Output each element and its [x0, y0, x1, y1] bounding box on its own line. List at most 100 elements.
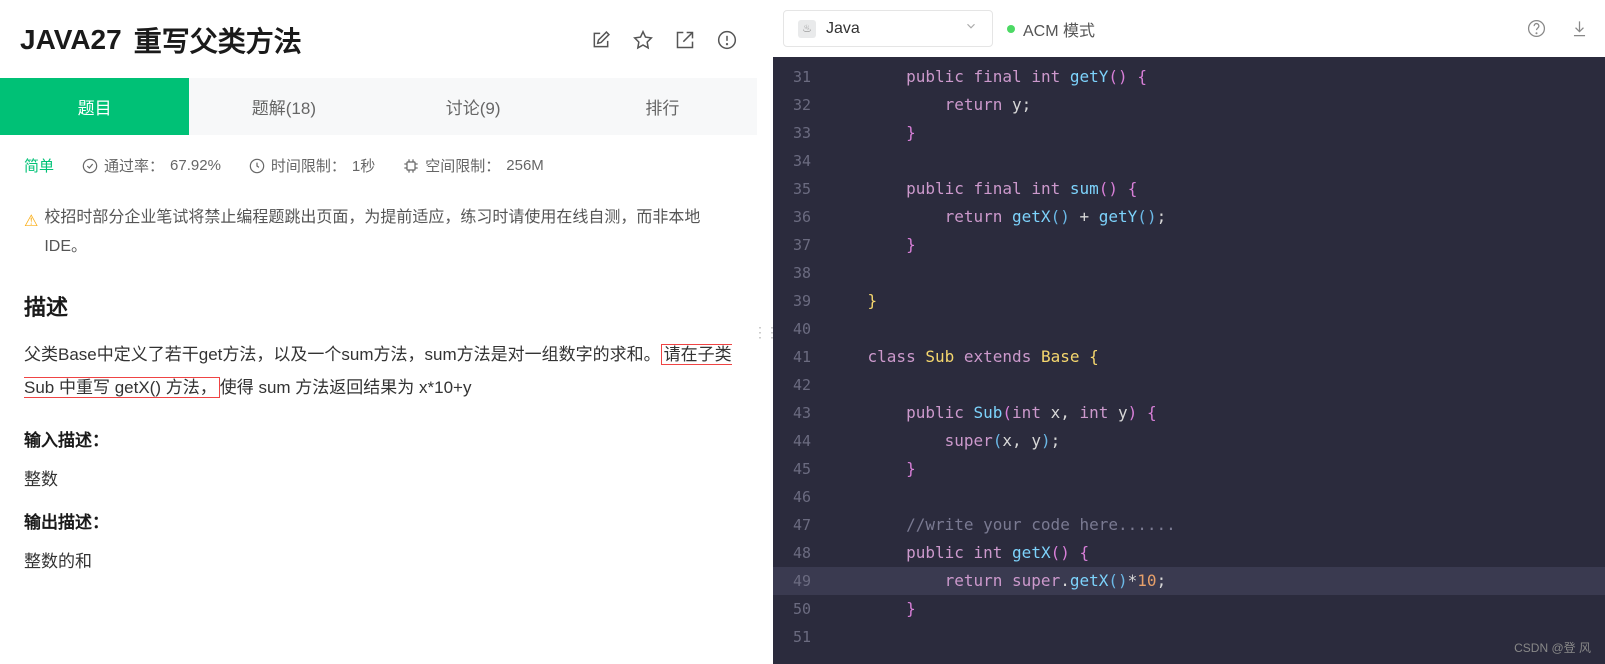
input-heading: 输入描述：: [24, 426, 733, 451]
chevron-down-icon: [964, 19, 978, 38]
download-icon[interactable]: [1570, 19, 1589, 38]
title-actions: [591, 30, 737, 50]
memory-limit: 空间限制：256M: [403, 155, 544, 176]
language-selector[interactable]: ♨ Java: [783, 10, 993, 47]
code-line[interactable]: 44 super(x, y);: [773, 427, 1605, 455]
code-line[interactable]: 48 public int getX() {: [773, 539, 1605, 567]
code-line[interactable]: 47 //write your code here......: [773, 511, 1605, 539]
line-code: [829, 147, 1605, 175]
difficulty-badge: 简单: [24, 155, 54, 176]
line-number: 40: [773, 315, 829, 343]
line-code: }: [829, 231, 1605, 259]
tab-0[interactable]: 题目: [0, 78, 189, 135]
star-icon[interactable]: [633, 30, 653, 50]
code-line[interactable]: 45 }: [773, 455, 1605, 483]
info-icon[interactable]: [717, 30, 737, 50]
watermark: CSDN @登 风: [1514, 639, 1591, 656]
line-code: }: [829, 595, 1605, 623]
language-name: Java: [826, 20, 954, 38]
line-number: 31: [773, 63, 829, 91]
code-line[interactable]: 35 public final int sum() {: [773, 175, 1605, 203]
clock-icon: [249, 158, 265, 174]
line-code: public Sub(int x, int y) {: [829, 399, 1605, 427]
line-code: [829, 623, 1605, 651]
line-number: 48: [773, 539, 829, 567]
line-code: super(x, y);: [829, 427, 1605, 455]
tab-1[interactable]: 题解(18): [189, 78, 378, 135]
line-code: return getX() + getY();: [829, 203, 1605, 231]
share-icon[interactable]: [675, 30, 695, 50]
line-code: public final int sum() {: [829, 175, 1605, 203]
code-line[interactable]: 41 class Sub extends Base {: [773, 343, 1605, 371]
code-line[interactable]: 46: [773, 483, 1605, 511]
line-number: 45: [773, 455, 829, 483]
line-code: return super.getX()*10;: [829, 567, 1605, 595]
language-icon: ♨: [798, 20, 816, 38]
code-line[interactable]: 36 return getX() + getY();: [773, 203, 1605, 231]
chip-icon: [403, 158, 419, 174]
mode-indicator[interactable]: ACM 模式: [1007, 17, 1095, 41]
line-number: 34: [773, 147, 829, 175]
code-line[interactable]: 42: [773, 371, 1605, 399]
line-number: 49: [773, 567, 829, 595]
code-line[interactable]: 50 }: [773, 595, 1605, 623]
code-line[interactable]: 43 public Sub(int x, int y) {: [773, 399, 1605, 427]
problem-code: JAVA27: [20, 24, 122, 56]
line-code: [829, 483, 1605, 511]
code-line[interactable]: 33 }: [773, 119, 1605, 147]
line-code: [829, 371, 1605, 399]
editor-panel: ♨ Java ACM 模式 31 public final int getY()…: [773, 0, 1605, 664]
tab-3[interactable]: 排行: [568, 78, 757, 135]
line-number: 44: [773, 427, 829, 455]
line-number: 33: [773, 119, 829, 147]
editor-actions: [1527, 19, 1589, 38]
title-row: JAVA27 重写父类方法: [0, 0, 757, 78]
pass-rate: 通过率：67.92%: [82, 155, 221, 176]
problem-title: 重写父类方法: [134, 20, 591, 60]
editor-header: ♨ Java ACM 模式: [773, 0, 1605, 57]
output-text: 整数的和: [24, 547, 733, 572]
problem-content[interactable]: 简单 通过率：67.92% 时间限制：1秒 空间限制：256M ⚠ 校招时部分企…: [0, 135, 757, 664]
line-number: 47: [773, 511, 829, 539]
line-code: return y;: [829, 91, 1605, 119]
description-text: 父类Base中定义了若干get方法，以及一个sum方法，sum方法是对一组数字的…: [24, 338, 733, 404]
edit-icon[interactable]: [591, 30, 611, 50]
code-line[interactable]: 39 }: [773, 287, 1605, 315]
line-code: }: [829, 455, 1605, 483]
tab-2[interactable]: 讨论(9): [379, 78, 568, 135]
check-circle-icon: [82, 158, 98, 174]
code-line[interactable]: 34: [773, 147, 1605, 175]
line-code: class Sub extends Base {: [829, 343, 1605, 371]
warning-banner: ⚠ 校招时部分企业笔试将禁止编程题跳出页面，为提前适应，练习时请使用在线自测，而…: [24, 204, 733, 262]
output-heading: 输出描述：: [24, 508, 733, 533]
line-number: 39: [773, 287, 829, 315]
code-line[interactable]: 31 public final int getY() {: [773, 63, 1605, 91]
line-number: 35: [773, 175, 829, 203]
code-editor[interactable]: 31 public final int getY() {32 return y;…: [773, 57, 1605, 664]
code-line[interactable]: 40: [773, 315, 1605, 343]
line-code: }: [829, 287, 1605, 315]
input-text: 整数: [24, 465, 733, 490]
line-number: 42: [773, 371, 829, 399]
code-line[interactable]: 49 return super.getX()*10;: [773, 567, 1605, 595]
help-icon[interactable]: [1527, 19, 1546, 38]
line-code: [829, 315, 1605, 343]
line-number: 41: [773, 343, 829, 371]
code-line[interactable]: 51: [773, 623, 1605, 651]
line-code: [829, 259, 1605, 287]
panel-divider[interactable]: ⋮⋮: [757, 0, 773, 664]
status-dot-icon: [1007, 25, 1015, 33]
problem-panel: JAVA27 重写父类方法 题目题解(18)讨论(9)排行 简单 通过率：67.…: [0, 0, 757, 664]
warning-icon: ⚠: [24, 208, 38, 237]
line-number: 32: [773, 91, 829, 119]
line-code: public int getX() {: [829, 539, 1605, 567]
line-number: 46: [773, 483, 829, 511]
tabs: 题目题解(18)讨论(9)排行: [0, 78, 757, 135]
code-line[interactable]: 32 return y;: [773, 91, 1605, 119]
code-line[interactable]: 37 }: [773, 231, 1605, 259]
line-code: //write your code here......: [829, 511, 1605, 539]
code-line[interactable]: 38: [773, 259, 1605, 287]
description-heading: 描述: [24, 290, 733, 322]
line-code: }: [829, 119, 1605, 147]
meta-row: 简单 通过率：67.92% 时间限制：1秒 空间限制：256M: [24, 155, 733, 176]
